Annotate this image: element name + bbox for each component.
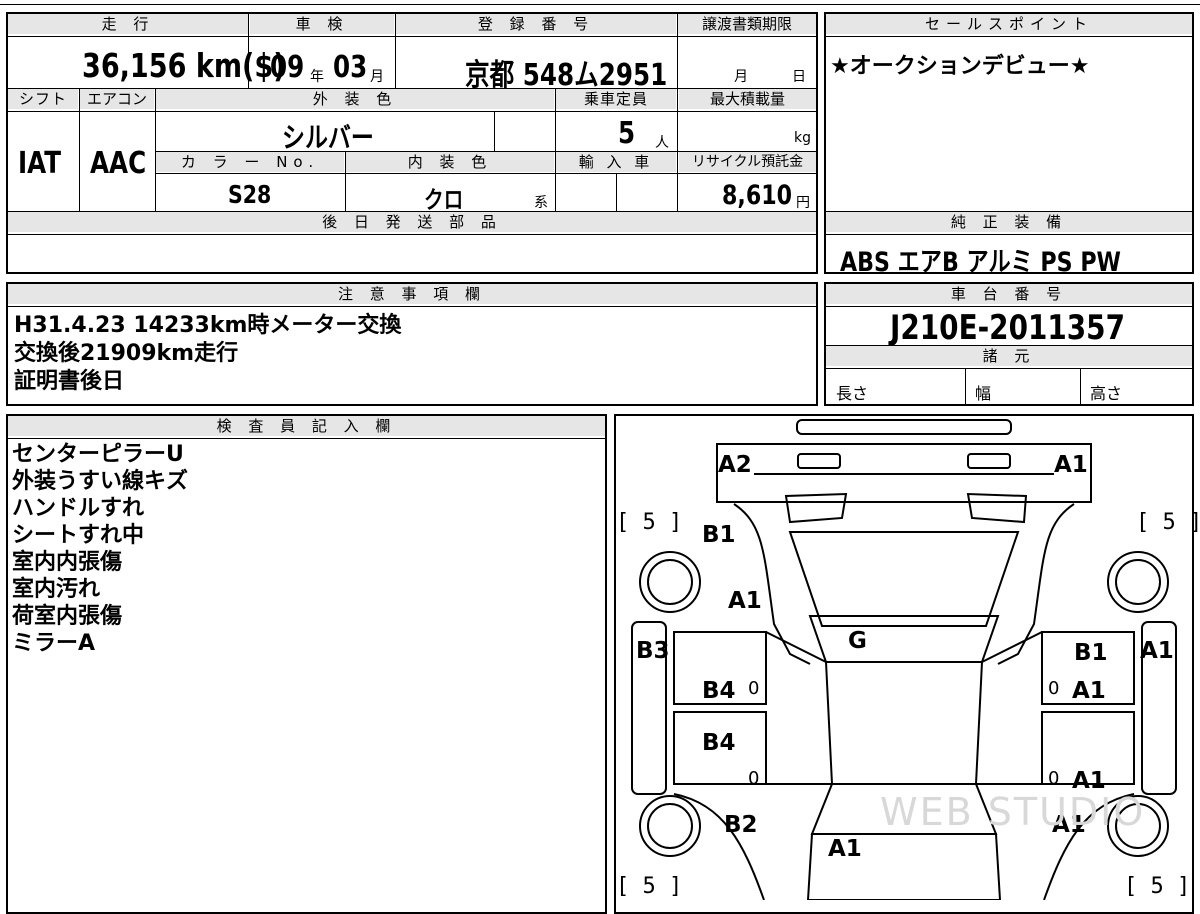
- code-front-right: A1: [1054, 452, 1088, 478]
- exterior-color-label: 外 装 色: [156, 89, 554, 109]
- later-parts-label: 後 日 発 送 部 品: [8, 212, 816, 232]
- inspection-month-unit: 月: [370, 69, 384, 85]
- notes-label: 注 意 事 項 欄: [8, 284, 816, 304]
- inspector-line-7: 荷室内張傷: [12, 604, 123, 629]
- chassis-value: J210E-2011357: [890, 308, 1125, 348]
- code-right-sill: A1: [1140, 638, 1174, 664]
- max-load-unit: kg: [794, 130, 811, 146]
- color-no-label: カ ラ ー No.: [156, 152, 344, 172]
- recycle-label: リサイクル預託金: [679, 152, 816, 172]
- transfer-day-unit: 日: [792, 69, 806, 85]
- equipment-items: ABS エアB アルミ PS PW: [840, 247, 1121, 278]
- code-left-fender: B1: [702, 522, 736, 548]
- zero-mark: 0: [1048, 768, 1060, 789]
- code-left-rear-fender: B2: [724, 812, 758, 838]
- watermark-text: WEB STUDIO: [880, 790, 1146, 834]
- shift-label: シフト: [8, 89, 78, 109]
- max-load-label: 最大積載量: [679, 89, 816, 109]
- zero-mark: 0: [748, 768, 760, 789]
- inspection-year: 09: [270, 50, 305, 85]
- sales-point-label: セールスポイント: [826, 14, 1192, 34]
- code-left-rear-door: B4: [702, 730, 736, 756]
- code-right-front-door-upper: B1: [1074, 640, 1108, 666]
- notes-line-3: 証明書後日: [14, 369, 125, 394]
- zero-mark: 0: [1048, 678, 1060, 699]
- tire-mark-front-right: [ 5 ]: [1136, 510, 1200, 535]
- notes-line-1: H31.4.23 14233km時メーター交換: [14, 313, 402, 338]
- tire-mark-rear-left: [ 5 ]: [616, 874, 683, 899]
- inspector-line-3: ハンドルすれ: [12, 496, 145, 521]
- top-cutoff-line: [0, 4, 1200, 5]
- inspection-month: 03: [333, 50, 368, 85]
- registration-label: 登 録 番 号: [396, 14, 676, 34]
- interior-color-label: 内 装 色: [346, 152, 554, 172]
- aircon-label: エアコン: [80, 89, 154, 109]
- inspector-line-8: ミラーA: [12, 631, 96, 656]
- tire-mark-rear-right: [ 5 ]: [1124, 874, 1191, 899]
- code-left-fender-low: A1: [728, 588, 762, 614]
- interior-color-value: クロ: [424, 186, 464, 214]
- length-label: 長さ: [836, 384, 869, 403]
- mileage-label: 走 行: [8, 14, 248, 34]
- code-left-front-door: B4: [702, 678, 736, 704]
- specs-label: 諸 元: [826, 346, 1192, 366]
- capacity-label: 乗車定員: [556, 89, 676, 109]
- code-right-front-door: A1: [1072, 678, 1106, 704]
- code-left-sill: B3: [636, 638, 670, 664]
- transfer-month-unit: 月: [734, 69, 748, 85]
- code-rear: A1: [828, 836, 862, 862]
- inspector-line-4: シートすれ中: [12, 523, 145, 548]
- recycle-value: 8,610: [722, 180, 793, 211]
- inspection-year-unit: 年: [310, 69, 324, 85]
- inspector-line-2: 外装うすい線キズ: [12, 469, 189, 494]
- import-label: 輸 入 車: [556, 152, 676, 172]
- tire-mark-front-left: [ 5 ]: [616, 510, 683, 535]
- code-front-left: A2: [718, 452, 752, 478]
- equipment-label: 純 正 装 備: [826, 212, 1192, 232]
- inspector-label: 検 査 員 記 入 欄: [8, 416, 605, 436]
- capacity-unit: 人: [655, 135, 669, 151]
- sales-point-text: ★オークションデビュー★: [830, 54, 1090, 79]
- inspector-line-5: 室内内張傷: [12, 550, 123, 575]
- exterior-color-value: シルバー: [282, 121, 374, 154]
- height-label: 高さ: [1090, 384, 1123, 403]
- notes-line-2: 交換後21909km走行: [14, 341, 239, 366]
- zero-mark: 0: [748, 678, 760, 699]
- transfer-label: 譲渡書類期限: [678, 14, 816, 34]
- width-label: 幅: [975, 384, 992, 403]
- interior-color-suffix: 系: [534, 195, 548, 211]
- chassis-label: 車 台 番 号: [826, 284, 1192, 304]
- inspector-line-1: センターピラーU: [12, 442, 184, 467]
- recycle-unit: 円: [796, 195, 810, 211]
- inspection-label: 車 検: [250, 14, 394, 34]
- code-roof: G: [848, 628, 867, 654]
- mileage-value: 36,156 km($): [82, 46, 286, 85]
- shift-value: IAT: [18, 146, 62, 181]
- aircon-value: AAC: [90, 146, 147, 181]
- color-no-value: S28: [228, 180, 272, 209]
- capacity-value: 5: [618, 116, 636, 151]
- inspector-line-6: 室内汚れ: [12, 577, 101, 602]
